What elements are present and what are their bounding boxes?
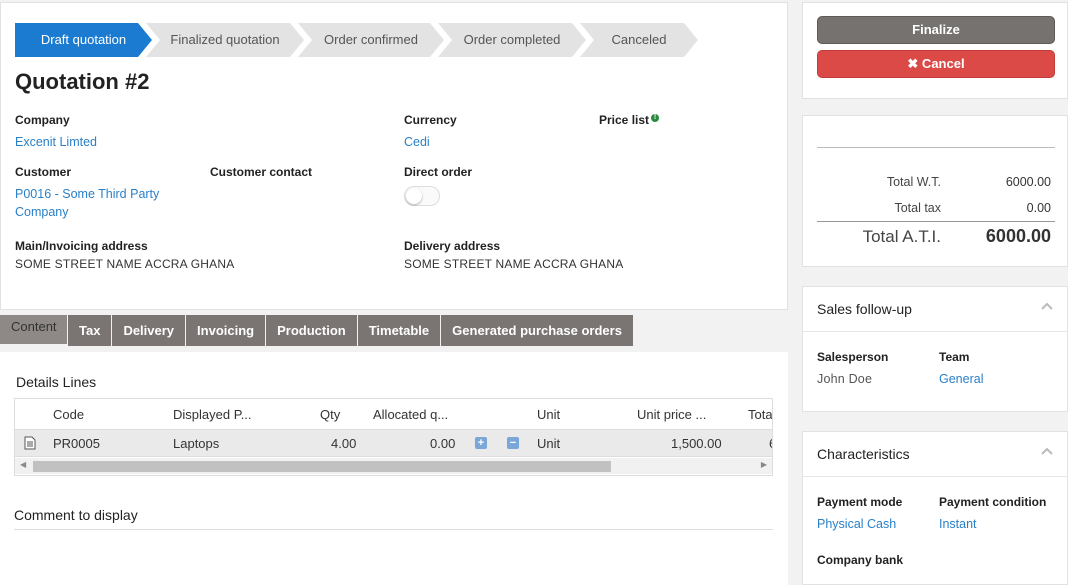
step-canceled[interactable]: Canceled	[580, 23, 698, 57]
info-icon[interactable]: !	[651, 114, 660, 122]
sales-followup-panel: Sales follow-up Salesperson John Doe Tea…	[802, 286, 1068, 412]
row-total: 6	[769, 436, 772, 451]
payment-condition-link[interactable]: Instant	[939, 515, 977, 533]
total-ati-value: 6000.00	[985, 226, 1051, 246]
cancel-button[interactable]: ✖ Cancel	[817, 50, 1055, 78]
payment-condition-label: Payment condition	[939, 495, 1047, 509]
totals-divider	[817, 221, 1055, 222]
currency-label: Currency	[404, 113, 457, 127]
totals-panel: Total W.T. 6000.00 Total tax 0.00 Total …	[802, 115, 1068, 267]
payment-mode-link[interactable]: Physical Cash	[817, 515, 896, 533]
tab-production[interactable]: Production	[266, 315, 357, 346]
direct-order-label: Direct order	[404, 165, 473, 179]
total-wt-label: Total W.T.	[886, 175, 941, 189]
customer-contact-label: Customer contact	[210, 165, 313, 179]
row-product-name: Laptops	[173, 436, 220, 451]
panel-divider	[803, 331, 1067, 332]
column-total[interactable]: Tota	[748, 407, 772, 422]
company-link[interactable]: Excenit Limted	[15, 133, 97, 151]
tab-bar: Content Tax Delivery Invoicing Productio…	[0, 315, 634, 346]
scroll-left-icon[interactable]: ◀	[20, 460, 26, 469]
chevron-up-icon[interactable]	[1041, 446, 1053, 458]
column-code[interactable]: Code	[53, 407, 84, 422]
scrollbar-thumb[interactable]	[33, 461, 611, 472]
row-code: PR0005	[53, 436, 100, 451]
total-wt-value: 6000.00	[1005, 175, 1051, 189]
column-allocated-qty[interactable]: Allocated q...	[373, 407, 448, 422]
company-bank-label: Company bank	[817, 553, 904, 567]
pricelist-label-text: Price list	[599, 113, 650, 127]
tab-generated-purchase-orders[interactable]: Generated purchase orders	[441, 315, 633, 346]
table-row[interactable]: PR0005 Laptops 4.00 0.00 + − Unit 1,500.…	[15, 429, 772, 457]
company-label: Company	[15, 113, 70, 127]
comment-label: Comment to display	[14, 507, 138, 523]
tab-content[interactable]: Content	[0, 315, 67, 344]
row-unit: Unit	[537, 436, 561, 451]
content-panel: Details Lines Code Displayed P... Qty Al…	[0, 352, 788, 585]
salesperson-value: John Doe	[817, 372, 873, 386]
step-draft-quotation[interactable]: Draft quotation	[15, 23, 152, 57]
totals-divider-top	[817, 147, 1055, 148]
main-address-value: SOME STREET NAME ACCRA GHANA	[15, 257, 235, 271]
customer-link[interactable]: P0016 - Some Third Party Company	[15, 185, 185, 221]
column-unit-price[interactable]: Unit price ...	[637, 407, 706, 422]
team-link[interactable]: General	[939, 370, 983, 388]
total-tax-value: 0.00	[1026, 201, 1051, 215]
chevron-up-icon[interactable]	[1041, 301, 1053, 313]
salesperson-label: Salesperson	[817, 350, 889, 364]
row-unit-price: 1,500.00	[671, 436, 722, 451]
finalize-button[interactable]: Finalize	[817, 16, 1055, 44]
row-qty: 4.00	[331, 436, 357, 451]
payment-mode-label: Payment mode	[817, 495, 903, 509]
details-lines-title: Details Lines	[16, 374, 97, 390]
characteristics-panel: Characteristics Payment mode Physical Ca…	[802, 431, 1068, 585]
grid-header: Code Displayed P... Qty Allocated q... U…	[15, 399, 772, 429]
details-grid: Code Displayed P... Qty Allocated q... U…	[14, 398, 773, 476]
column-qty[interactable]: Qty	[320, 407, 340, 422]
delivery-address-label: Delivery address	[404, 239, 501, 253]
total-tax-label: Total tax	[894, 201, 941, 215]
tab-delivery[interactable]: Delivery	[112, 315, 186, 346]
tab-invoicing[interactable]: Invoicing	[186, 315, 266, 346]
characteristics-title: Characteristics	[817, 446, 910, 462]
sales-followup-title: Sales follow-up	[817, 301, 912, 317]
tab-timetable[interactable]: Timetable	[357, 315, 441, 346]
main-address-label: Main/Invoicing address	[15, 239, 148, 253]
decrease-allocation-button[interactable]: −	[507, 437, 519, 449]
scroll-right-icon[interactable]: ▶	[761, 460, 767, 469]
step-order-completed[interactable]: Order completed	[438, 23, 586, 57]
increase-allocation-button[interactable]: +	[475, 437, 487, 449]
horizontal-scrollbar[interactable]: ◀ ▶	[15, 458, 772, 474]
comment-field[interactable]	[14, 529, 773, 530]
panel-divider	[803, 476, 1067, 477]
delivery-address-value: SOME STREET NAME ACCRA GHANA	[404, 257, 624, 271]
customer-label: Customer	[15, 165, 72, 179]
actions-panel: Finalize ✖ Cancel	[802, 2, 1068, 99]
document-icon[interactable]	[24, 436, 36, 453]
team-label: Team	[939, 350, 970, 364]
step-finalized-quotation[interactable]: Finalized quotation	[146, 23, 304, 57]
column-unit[interactable]: Unit	[537, 407, 560, 422]
currency-link[interactable]: Cedi	[404, 133, 430, 151]
quotation-form: Draft quotation Finalized quotation Orde…	[0, 2, 788, 310]
pricelist-label: Price list!	[599, 113, 660, 127]
page-title: Quotation #2	[15, 69, 150, 94]
status-steps: Draft quotation Finalized quotation Orde…	[15, 23, 702, 57]
direct-order-toggle[interactable]	[404, 186, 440, 206]
tab-tax[interactable]: Tax	[68, 315, 112, 346]
row-allocated: 0.00	[430, 436, 456, 451]
total-ati-label: Total A.T.I.	[862, 227, 941, 246]
toggle-knob	[406, 188, 422, 204]
column-displayed-product[interactable]: Displayed P...	[173, 407, 252, 422]
step-order-confirmed[interactable]: Order confirmed	[298, 23, 444, 57]
